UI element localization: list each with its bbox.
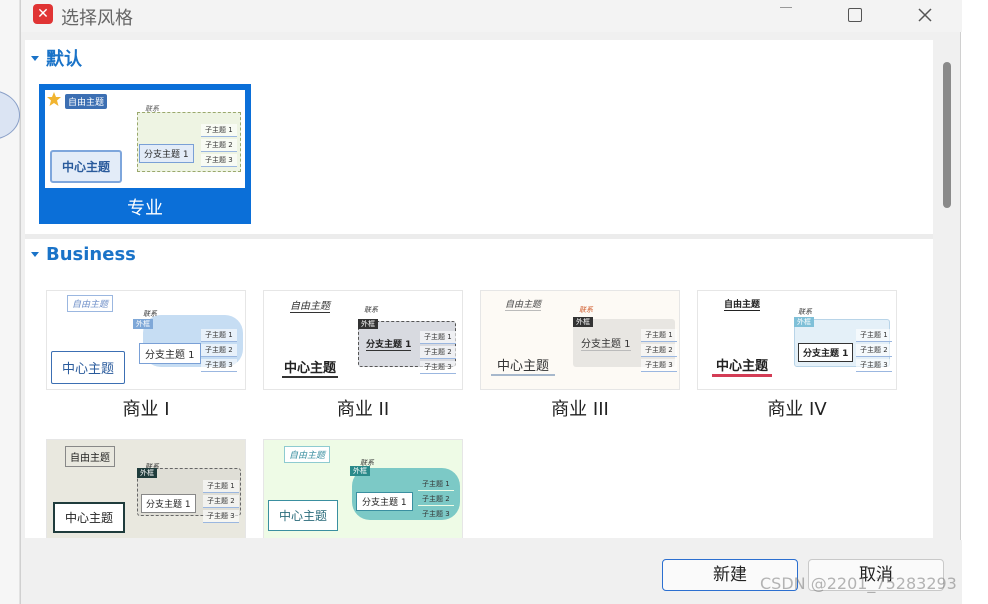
style-tile-business-3[interactable]: 自由主题 联系 外框 中心主题 分支主题 1 子主题 1 子主题 2 子主题 3 [480,290,680,390]
relationship-label: 联系 [143,310,157,318]
central-topic: 中心主题 [491,355,556,376]
close-button[interactable] [902,0,948,30]
subtopic-item: 子主题 3 [641,359,677,372]
summary-label: 外框 [133,319,153,329]
subtopic-item: 子主题 2 [420,346,456,359]
subtopic-item: 子主题 3 [856,359,892,372]
section-title: 默认 [46,49,82,70]
style-label: 商业 I [122,399,170,420]
branch-topic: 分支主题 1 [581,335,631,351]
style-label: 专业 [127,198,163,219]
central-topic: 中心主题 [51,351,126,384]
subtopic-item: 子主题 1 [420,331,456,344]
relationship-label: 联系 [364,306,378,314]
style-label: 商业 IV [767,399,827,420]
minimize-button[interactable] [763,0,809,30]
style-dialog: ✕ 选择风格 默认 自由主题 联系 中心主题 分支主题 1 子主题 1 子主题 … [20,0,962,604]
subtopic-item: 子主题 2 [201,344,237,357]
summary-label: 外框 [350,466,370,476]
section-title: Business [46,244,136,265]
subtopic-list: 子主题 1 子主题 2 子主题 3 [641,329,677,374]
floating-topic: 自由主题 [290,297,330,313]
caret-down-icon [31,55,39,61]
branch-topic: 分支主题 1 [798,343,854,362]
branch-topic: 分支主题 1 [366,337,412,351]
section-business: Business 自由主题 联系 外框 中心主题 分支主题 1 子主题 1 子主… [25,239,933,538]
style-label: 商业 II [336,399,390,420]
branch-topic: 分支主题 1 [141,494,196,513]
floating-topic: 自由主题 [65,446,115,467]
subtopic-item: 子主题 3 [201,154,237,167]
central-topic: 中心主题 [268,500,339,531]
subtopic-item: 子主题 3 [201,359,237,372]
style-tile-business-6[interactable]: 自由主题 联系 外框 中心主题 分支主题 1 子主题 1 子主题 2 子主题 3 [263,439,463,538]
central-topic: 中心主题 [282,357,339,378]
summary-label: 外框 [137,468,157,478]
section-default: 默认 自由主题 联系 中心主题 分支主题 1 子主题 1 子主题 2 子主题 3 [25,40,933,234]
branch-topic: 分支主题 1 [139,343,201,364]
subtopic-item: 子主题 1 [856,329,892,342]
subtopic-item: 子主题 2 [203,495,239,508]
subtopic-list: 子主题 1 子主题 2 子主题 3 [420,331,456,376]
section-header-business[interactable]: Business [31,244,136,265]
scrollbar-thumb[interactable] [943,62,951,208]
subtopic-list: 子主题 1 子主题 2 子主题 3 [201,124,237,169]
style-tile-business-5[interactable]: 自由主题 联系 外框 中心主题 分支主题 1 子主题 1 子主题 2 子主题 3 [46,439,246,538]
style-gallery: 默认 自由主题 联系 中心主题 分支主题 1 子主题 1 子主题 2 子主题 3 [25,40,933,538]
section-header-default[interactable]: 默认 [31,45,82,71]
summary-label: 外框 [358,319,378,329]
subtopic-item: 子主题 3 [418,508,454,521]
branch-topic: 分支主题 1 [139,144,194,163]
style-tile-business-1[interactable]: 自由主题 联系 外框 中心主题 分支主题 1 子主题 1 子主题 2 子主题 3 [46,290,246,390]
summary-label: 外框 [573,317,593,327]
title-bar: ✕ 选择风格 [21,0,962,32]
subtopic-list: 子主题 1 子主题 2 子主题 3 [856,329,892,374]
maximize-button[interactable] [832,0,878,30]
floating-topic: 自由主题 [284,446,331,463]
relationship-label: 联系 [798,308,812,316]
style-preview: 自由主题 联系 中心主题 分支主题 1 子主题 1 子主题 2 子主题 3 [45,90,245,188]
subtopic-item: 子主题 2 [201,139,237,152]
floating-topic: 自由主题 [65,94,108,109]
subtopic-item: 子主题 1 [201,124,237,137]
subtopic-item: 子主题 2 [641,344,677,357]
subtopic-item: 子主题 2 [418,493,454,506]
dialog-title: 选择风格 [61,8,133,29]
floating-topic: 自由主题 [67,295,114,312]
minimize-icon [780,6,792,8]
background-app-strip [0,0,20,604]
subtopic-list: 子主题 1 子主题 2 子主题 3 [203,480,239,525]
vertical-scrollbar[interactable] [940,40,954,538]
subtopic-list: 子主题 1 子主题 2 子主题 3 [418,478,454,523]
watermark: CSDN @2201_75283293 [760,574,957,593]
close-icon [918,8,932,22]
subtopic-item: 子主题 1 [201,329,237,342]
relationship-label: 联系 [145,105,159,113]
style-label: 商业 III [551,399,609,420]
subtopic-item: 子主题 1 [641,329,677,342]
star-icon [47,92,61,106]
caret-down-icon [31,252,39,257]
background-shape [0,90,20,140]
maximize-icon [848,8,862,22]
branch-topic: 分支主题 1 [356,492,413,511]
subtopic-item: 子主题 3 [203,510,239,523]
central-topic: 中心主题 [712,355,773,377]
floating-topic: 自由主题 [724,297,761,311]
style-tile-business-2[interactable]: 自由主题 联系 外框 中心主题 分支主题 1 子主题 1 子主题 2 子主题 3 [263,290,463,390]
subtopic-list: 子主题 1 子主题 2 子主题 3 [201,329,237,374]
subtopic-item: 子主题 3 [420,361,456,374]
style-tile-business-4[interactable]: 自由主题 联系 外框 中心主题 分支主题 1 子主题 1 子主题 2 子主题 3 [697,290,897,390]
floating-topic: 自由主题 [505,297,542,311]
subtopic-item: 子主题 1 [418,478,454,491]
subtopic-item: 子主题 1 [203,480,239,493]
relationship-label: 联系 [579,306,593,314]
summary-label: 外框 [794,317,814,327]
style-tile-professional[interactable]: 自由主题 联系 中心主题 分支主题 1 子主题 1 子主题 2 子主题 3 专业 [39,84,251,224]
subtopic-item: 子主题 2 [856,344,892,357]
xmind-logo-icon: ✕ [33,4,53,24]
central-topic: 中心主题 [53,502,126,533]
central-topic: 中心主题 [50,150,123,183]
dialog-footer: 新建 取消 [21,540,962,604]
